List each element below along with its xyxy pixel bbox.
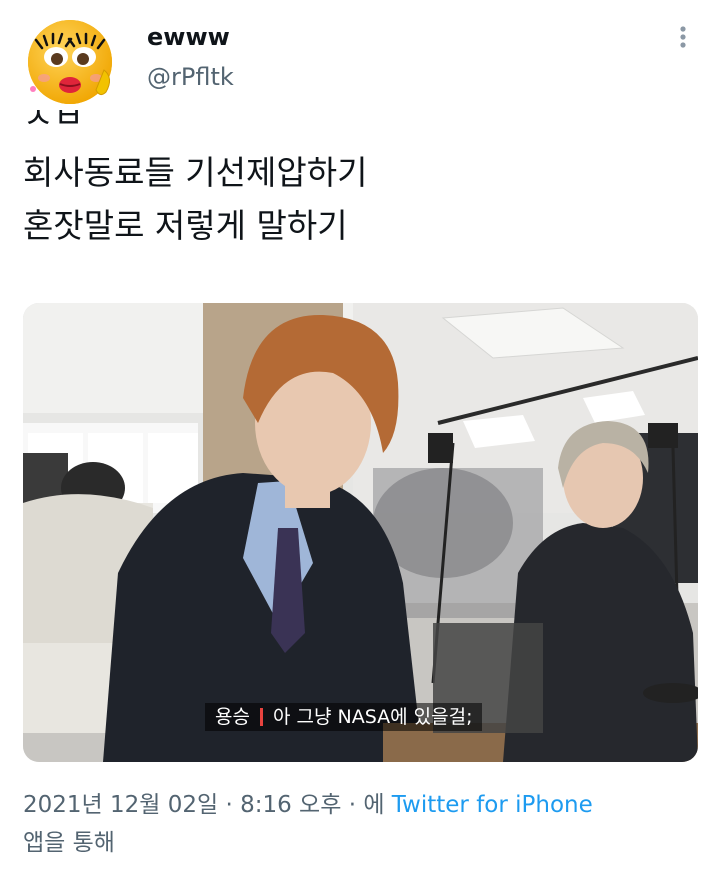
author-handle[interactable]: @rPfltk [147,63,234,91]
office-scene-image [23,303,698,762]
video-subtitle: 용승 아 그냥 NASA에 있을걸; [205,703,483,731]
tweet-source-suffix: 앱을 통해 [23,830,115,856]
subtitle-text: 아 그냥 NASA에 있을걸; [272,706,473,728]
tweet-media-image[interactable]: 용승 아 그냥 NASA에 있을걸; [23,303,698,762]
tweet-meta: 2021년 12월 02일 · 8:16 오후 · 에 Twitter for … [23,786,703,862]
tweet-line: ㅅㅂ [23,110,84,136]
tweet-timestamp[interactable]: 2021년 12월 02일 · 8:16 오후 · 에 [23,792,384,818]
subtitle-speaker: 용승 [215,706,250,728]
tweet-text: ㅅㅂ 회사동료들 기선제압하기 혼잣말로 저렇게 말하기 [23,110,693,252]
subtitle-divider [259,708,263,726]
tweet-source-link[interactable]: Twitter for iPhone [392,792,593,818]
author-display-name[interactable]: ewww [147,23,230,51]
avatar[interactable] [22,12,118,108]
vertical-ellipsis-icon [680,26,686,48]
tweet-line: 회사동료들 기선제압하기 [23,153,368,192]
tweet-line: 혼잣말로 저렇게 말하기 [23,206,348,245]
more-options-button[interactable] [666,20,700,54]
